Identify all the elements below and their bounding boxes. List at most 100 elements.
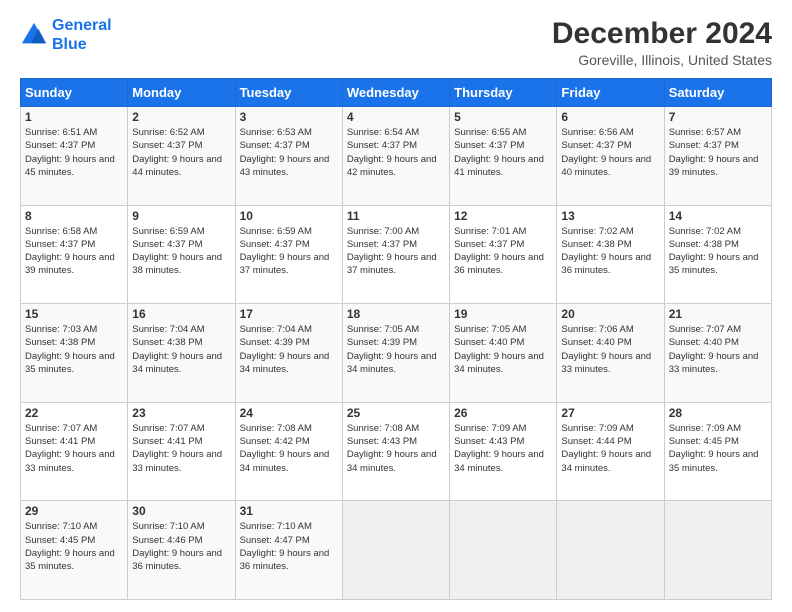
calendar-cell: 4Sunrise: 6:54 AMSunset: 4:37 PMDaylight… — [342, 107, 449, 206]
day-number: 27 — [561, 406, 659, 420]
cell-info: Sunrise: 7:07 AMSunset: 4:41 PMDaylight:… — [25, 423, 115, 474]
cell-info: Sunrise: 7:04 AMSunset: 4:38 PMDaylight:… — [132, 324, 222, 375]
calendar-header-row: SundayMondayTuesdayWednesdayThursdayFrid… — [21, 79, 772, 107]
day-number: 30 — [132, 504, 230, 518]
calendar-cell: 31 Sunrise: 7:10 AMSunset: 4:47 PMDayligh… — [235, 501, 342, 600]
calendar-cell: 23 Sunrise: 7:07 AMSunset: 4:41 PMDayligh… — [128, 402, 235, 501]
day-number: 1 — [25, 110, 123, 124]
day-number: 28 — [669, 406, 767, 420]
day-number: 19 — [454, 307, 552, 321]
day-number: 15 — [25, 307, 123, 321]
calendar-cell: 21Sunrise: 7:07 AMSunset: 4:40 PMDayligh… — [664, 304, 771, 403]
calendar-cell: 16 Sunrise: 7:04 AMSunset: 4:38 PMDayligh… — [128, 304, 235, 403]
calendar-cell: 7 Sunrise: 6:57 AMSunset: 4:37 PMDaylight… — [664, 107, 771, 206]
day-header: Saturday — [664, 79, 771, 107]
cell-info: Sunrise: 7:09 AMSunset: 4:43 PMDaylight:… — [454, 423, 544, 474]
calendar-cell: 9 Sunrise: 6:59 AMSunset: 4:37 PMDaylight… — [128, 205, 235, 304]
cell-info: Sunrise: 6:51 AMSunset: 4:37 PMDaylight:… — [25, 127, 115, 178]
calendar-cell — [450, 501, 557, 600]
calendar-cell: 3Sunrise: 6:53 AMSunset: 4:37 PMDaylight… — [235, 107, 342, 206]
day-number: 2 — [132, 110, 230, 124]
day-number: 9 — [132, 209, 230, 223]
cell-info: Sunrise: 6:55 AMSunset: 4:37 PMDaylight:… — [454, 127, 544, 178]
cell-info: Sunrise: 7:08 AMSunset: 4:43 PMDaylight:… — [347, 423, 437, 474]
cell-info: Sunrise: 7:09 AMSunset: 4:44 PMDaylight:… — [561, 423, 651, 474]
calendar-cell: 19 Sunrise: 7:05 AMSunset: 4:40 PMDayligh… — [450, 304, 557, 403]
page: General Blue December 2024 Goreville, Il… — [0, 0, 792, 612]
day-number: 6 — [561, 110, 659, 124]
day-number: 20 — [561, 307, 659, 321]
cell-info: Sunrise: 7:02 AMSunset: 4:38 PMDaylight:… — [669, 226, 759, 277]
cell-info: Sunrise: 7:01 AMSunset: 4:37 PMDaylight:… — [454, 226, 544, 277]
day-number: 26 — [454, 406, 552, 420]
calendar-cell: 14 Sunrise: 7:02 AMSunset: 4:38 PMDayligh… — [664, 205, 771, 304]
day-number: 13 — [561, 209, 659, 223]
calendar-cell: 12Sunrise: 7:01 AMSunset: 4:37 PMDayligh… — [450, 205, 557, 304]
cell-info: Sunrise: 6:54 AMSunset: 4:37 PMDaylight:… — [347, 127, 437, 178]
day-number: 16 — [132, 307, 230, 321]
day-header: Sunday — [21, 79, 128, 107]
calendar-cell: 22 Sunrise: 7:07 AMSunset: 4:41 PMDayligh… — [21, 402, 128, 501]
calendar-cell: 13Sunrise: 7:02 AMSunset: 4:38 PMDayligh… — [557, 205, 664, 304]
calendar-cell: 5 Sunrise: 6:55 AMSunset: 4:37 PMDaylight… — [450, 107, 557, 206]
cell-info: Sunrise: 6:52 AMSunset: 4:37 PMDaylight:… — [132, 127, 222, 178]
calendar-cell: 8 Sunrise: 6:58 AMSunset: 4:37 PMDaylight… — [21, 205, 128, 304]
day-header: Monday — [128, 79, 235, 107]
day-header: Friday — [557, 79, 664, 107]
day-number: 22 — [25, 406, 123, 420]
logo: General Blue — [20, 16, 112, 54]
cell-info: Sunrise: 7:06 AMSunset: 4:40 PMDaylight:… — [561, 324, 651, 375]
day-number: 25 — [347, 406, 445, 420]
calendar-cell: 25 Sunrise: 7:08 AMSunset: 4:43 PMDayligh… — [342, 402, 449, 501]
calendar-cell: 11Sunrise: 7:00 AMSunset: 4:37 PMDayligh… — [342, 205, 449, 304]
calendar-cell — [342, 501, 449, 600]
cell-info: Sunrise: 6:53 AMSunset: 4:37 PMDaylight:… — [240, 127, 330, 178]
cell-info: Sunrise: 7:10 AMSunset: 4:45 PMDaylight:… — [25, 521, 115, 572]
cell-info: Sunrise: 7:05 AMSunset: 4:40 PMDaylight:… — [454, 324, 544, 375]
header: General Blue December 2024 Goreville, Il… — [20, 16, 772, 68]
subtitle: Goreville, Illinois, United States — [552, 52, 772, 68]
cell-info: Sunrise: 7:07 AMSunset: 4:41 PMDaylight:… — [132, 423, 222, 474]
calendar-cell: 1 Sunrise: 6:51 AMSunset: 4:37 PMDaylight… — [21, 107, 128, 206]
cell-info: Sunrise: 6:59 AMSunset: 4:37 PMDaylight:… — [132, 226, 222, 277]
day-number: 8 — [25, 209, 123, 223]
calendar-cell: 29 Sunrise: 7:10 AMSunset: 4:45 PMDayligh… — [21, 501, 128, 600]
day-number: 14 — [669, 209, 767, 223]
calendar-cell: 15Sunrise: 7:03 AMSunset: 4:38 PMDayligh… — [21, 304, 128, 403]
calendar-cell — [664, 501, 771, 600]
calendar-cell: 27 Sunrise: 7:09 AMSunset: 4:44 PMDayligh… — [557, 402, 664, 501]
cell-info: Sunrise: 6:56 AMSunset: 4:37 PMDaylight:… — [561, 127, 651, 178]
cell-info: Sunrise: 7:04 AMSunset: 4:39 PMDaylight:… — [240, 324, 330, 375]
calendar-cell: 6 Sunrise: 6:56 AMSunset: 4:37 PMDaylight… — [557, 107, 664, 206]
cell-info: Sunrise: 7:05 AMSunset: 4:39 PMDaylight:… — [347, 324, 437, 375]
day-number: 23 — [132, 406, 230, 420]
day-number: 10 — [240, 209, 338, 223]
day-header: Tuesday — [235, 79, 342, 107]
cell-info: Sunrise: 7:10 AMSunset: 4:47 PMDaylight:… — [240, 521, 330, 572]
calendar-cell: 26 Sunrise: 7:09 AMSunset: 4:43 PMDayligh… — [450, 402, 557, 501]
calendar-week-row: 8 Sunrise: 6:58 AMSunset: 4:37 PMDaylight… — [21, 205, 772, 304]
cell-info: Sunrise: 6:57 AMSunset: 4:37 PMDaylight:… — [669, 127, 759, 178]
calendar-cell — [557, 501, 664, 600]
day-number: 5 — [454, 110, 552, 124]
day-number: 11 — [347, 209, 445, 223]
cell-info: Sunrise: 6:58 AMSunset: 4:37 PMDaylight:… — [25, 226, 115, 277]
day-number: 21 — [669, 307, 767, 321]
calendar-cell: 10 Sunrise: 6:59 AMSunset: 4:37 PMDayligh… — [235, 205, 342, 304]
calendar-week-row: 29 Sunrise: 7:10 AMSunset: 4:45 PMDayligh… — [21, 501, 772, 600]
cell-info: Sunrise: 6:59 AMSunset: 4:37 PMDaylight:… — [240, 226, 330, 277]
logo-text: General Blue — [52, 16, 112, 54]
calendar-week-row: 15Sunrise: 7:03 AMSunset: 4:38 PMDayligh… — [21, 304, 772, 403]
calendar-cell: 20 Sunrise: 7:06 AMSunset: 4:40 PMDayligh… — [557, 304, 664, 403]
day-number: 7 — [669, 110, 767, 124]
calendar-cell: 24Sunrise: 7:08 AMSunset: 4:42 PMDayligh… — [235, 402, 342, 501]
day-header: Wednesday — [342, 79, 449, 107]
calendar-week-row: 1 Sunrise: 6:51 AMSunset: 4:37 PMDaylight… — [21, 107, 772, 206]
day-number: 29 — [25, 504, 123, 518]
calendar-table: SundayMondayTuesdayWednesdayThursdayFrid… — [20, 78, 772, 600]
day-number: 31 — [240, 504, 338, 518]
day-number: 17 — [240, 307, 338, 321]
day-number: 18 — [347, 307, 445, 321]
logo-icon — [20, 21, 48, 49]
day-number: 24 — [240, 406, 338, 420]
